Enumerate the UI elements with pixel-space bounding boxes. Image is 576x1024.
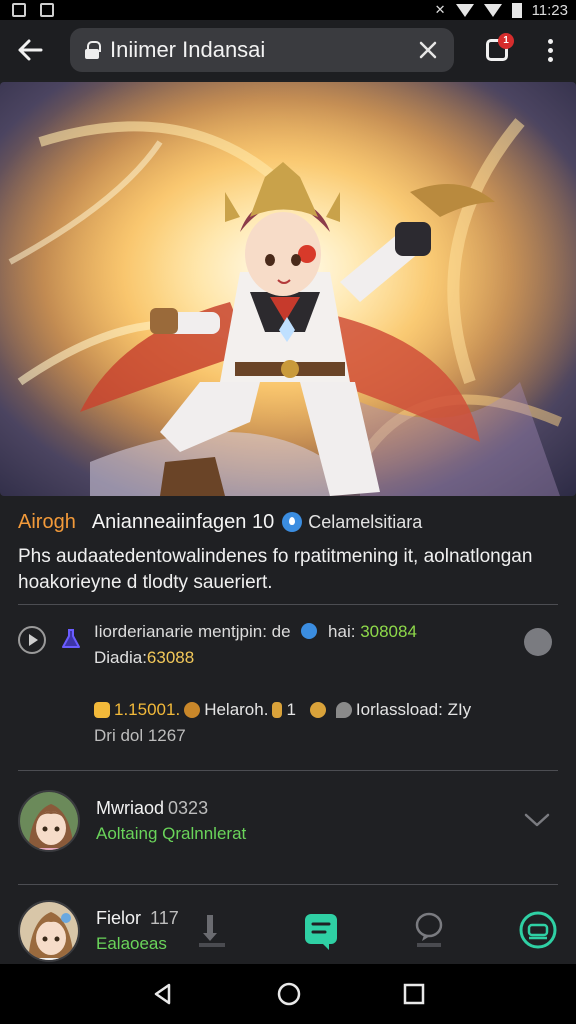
close-icon bbox=[419, 41, 437, 59]
menu-dot bbox=[547, 56, 553, 62]
comment-author-name[interactable]: Fielor bbox=[96, 908, 141, 928]
nav-back-icon[interactable] bbox=[151, 982, 175, 1006]
menu-dot bbox=[547, 38, 553, 44]
creator-name[interactable]: Helaroh. bbox=[204, 700, 268, 720]
thumbs-icon bbox=[272, 702, 283, 718]
comment-author: Mwriaod 0323 bbox=[96, 798, 208, 819]
signal-icon bbox=[483, 3, 502, 17]
meta-line-2: Diadia:63088 bbox=[94, 648, 194, 668]
notification-icon bbox=[12, 3, 26, 17]
address-bar[interactable]: Iniimer Indansai bbox=[70, 28, 454, 72]
like-button[interactable] bbox=[190, 905, 234, 955]
video-title-row: Airogh Anianneaiinfagen 10 Celamelsitiar… bbox=[18, 508, 558, 536]
comment-subtitle[interactable]: Ealaoeas bbox=[96, 934, 167, 954]
meta-line-1: Iiorderianarie mentjpin: de hai: 308084 bbox=[94, 622, 417, 642]
share-icon bbox=[304, 914, 337, 950]
comment-author-number: 0323 bbox=[168, 798, 209, 818]
play-icon[interactable] bbox=[18, 626, 46, 654]
status-bar: ✕ 11:23 bbox=[0, 0, 576, 20]
tab-count-badge: 1 bbox=[498, 33, 514, 49]
avatar-image bbox=[20, 792, 78, 850]
video-meta: Iiorderianarie mentjpin: de hai: 308084 … bbox=[18, 620, 558, 760]
battery-icon bbox=[511, 2, 522, 18]
browser-toolbar: Iniimer Indansai 1 bbox=[0, 20, 576, 80]
lock-icon bbox=[84, 41, 101, 59]
avatar[interactable] bbox=[18, 900, 80, 962]
badge-icon bbox=[309, 702, 326, 718]
system-nav-bar bbox=[0, 964, 576, 1024]
save-button[interactable] bbox=[516, 905, 560, 955]
comment-author-number: 117 bbox=[150, 908, 179, 928]
comment-author-name[interactable]: Mwriaod bbox=[96, 798, 164, 818]
hero-artwork[interactable] bbox=[0, 82, 576, 496]
menu-dot bbox=[547, 47, 553, 53]
url-text[interactable]: Iniimer Indansai bbox=[110, 37, 414, 63]
meta-line-1-value: 308084 bbox=[360, 622, 417, 641]
stats-line: 1.15001. Helaroh. 1 Iorlassload: ZIy bbox=[94, 700, 471, 720]
avatar[interactable] bbox=[18, 790, 80, 852]
flask-icon bbox=[62, 629, 80, 648]
creator-count: 1 bbox=[286, 700, 296, 719]
speech-bubble-icon bbox=[416, 912, 443, 947]
anime-hero-illustration bbox=[0, 82, 576, 496]
location-text: Iorlassload: ZIy bbox=[355, 700, 472, 719]
overflow-menu-button[interactable] bbox=[530, 27, 570, 73]
clear-url-button[interactable] bbox=[414, 36, 442, 64]
tabs-button[interactable]: 1 bbox=[474, 27, 520, 73]
status-time: 11:23 bbox=[531, 1, 568, 19]
info-dot-icon bbox=[301, 623, 318, 639]
favorite-button[interactable] bbox=[524, 628, 552, 656]
bottom-action-bar bbox=[190, 900, 560, 960]
divider bbox=[18, 770, 558, 771]
chevron-down-icon[interactable] bbox=[524, 812, 550, 828]
notification-icon-2 bbox=[40, 3, 54, 17]
comment-subtitle[interactable]: Aoltaing Qralnnlerat bbox=[96, 824, 246, 844]
wifi-icon bbox=[455, 3, 474, 17]
share-button[interactable] bbox=[299, 905, 343, 955]
meta-line-2-prefix: Diadia: bbox=[94, 648, 147, 667]
nav-home-icon[interactable] bbox=[276, 981, 302, 1007]
smile-icon bbox=[94, 702, 110, 718]
video-title: Anianneaiinfagen 10 bbox=[91, 510, 275, 533]
thumb-up-icon bbox=[199, 915, 225, 947]
verified-icon bbox=[282, 512, 303, 532]
location-pin-icon bbox=[335, 702, 352, 718]
video-tag[interactable]: Airogh bbox=[18, 511, 76, 534]
back-button[interactable] bbox=[0, 20, 60, 80]
channel-name[interactable]: Celamelsitiara bbox=[308, 512, 422, 533]
meta-line-2-value: 63088 bbox=[146, 648, 195, 667]
nav-recents-icon[interactable] bbox=[403, 983, 425, 1005]
arrow-left-icon bbox=[18, 39, 43, 61]
nfc-icon: ✕ bbox=[434, 2, 446, 17]
comment-author: Fielor 117 bbox=[96, 908, 179, 929]
meta-line-1-label: hai: bbox=[328, 622, 356, 641]
video-description: Phs audaatedentowalindenes fo rpatitmeni… bbox=[18, 546, 533, 593]
comment-button[interactable] bbox=[407, 905, 451, 955]
comment-item[interactable]: Mwriaod 0323 Aoltaing Qralnnlerat bbox=[18, 790, 558, 860]
meta-line-4: Dri dol 1267 bbox=[94, 726, 186, 745]
divider bbox=[18, 884, 558, 885]
divider bbox=[18, 604, 558, 605]
avatar-image bbox=[20, 902, 78, 960]
bot-icon bbox=[519, 911, 557, 949]
meta-line-1-prefix: Iiorderianarie mentjpin: de bbox=[94, 622, 291, 641]
likes-count: 1.15001. bbox=[114, 700, 181, 719]
sun-icon bbox=[184, 702, 201, 718]
